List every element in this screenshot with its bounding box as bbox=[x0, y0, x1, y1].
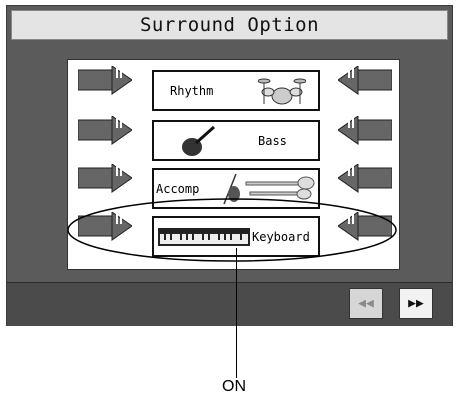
drum-kit-icon bbox=[258, 78, 306, 105]
right-arrow-icon bbox=[338, 116, 392, 145]
next-page-button[interactable]: ▶▶ bbox=[399, 288, 433, 319]
part-label: Accomp bbox=[156, 182, 200, 196]
part-button-rhythm[interactable]: Rhythm bbox=[152, 70, 320, 111]
callout-line bbox=[236, 248, 237, 378]
right-arrow-icon bbox=[338, 66, 392, 95]
left-arrow-icon bbox=[78, 66, 132, 95]
rewind-icon: ◀◀ bbox=[358, 296, 374, 311]
part-button-bass[interactable]: Bass bbox=[152, 120, 320, 161]
screen-title: Surround Option bbox=[11, 10, 448, 40]
left-arrow-icon bbox=[78, 164, 132, 193]
part-label: Bass bbox=[258, 134, 287, 148]
bass-instrument-icon bbox=[182, 125, 215, 156]
left-arrow-icon bbox=[78, 116, 132, 145]
bottom-bar: ◀◀ ▶▶ bbox=[7, 282, 452, 326]
surround-option-screen: Surround Option Rhythm Bass Accomp Keybo… bbox=[6, 5, 453, 326]
fast-forward-icon: ▶▶ bbox=[408, 296, 424, 311]
part-label: Rhythm bbox=[170, 84, 214, 98]
right-arrow-icon bbox=[338, 164, 392, 193]
callout-ellipse bbox=[67, 198, 397, 262]
previous-page-button[interactable]: ◀◀ bbox=[349, 288, 383, 319]
callout-label: ON bbox=[222, 378, 246, 395]
